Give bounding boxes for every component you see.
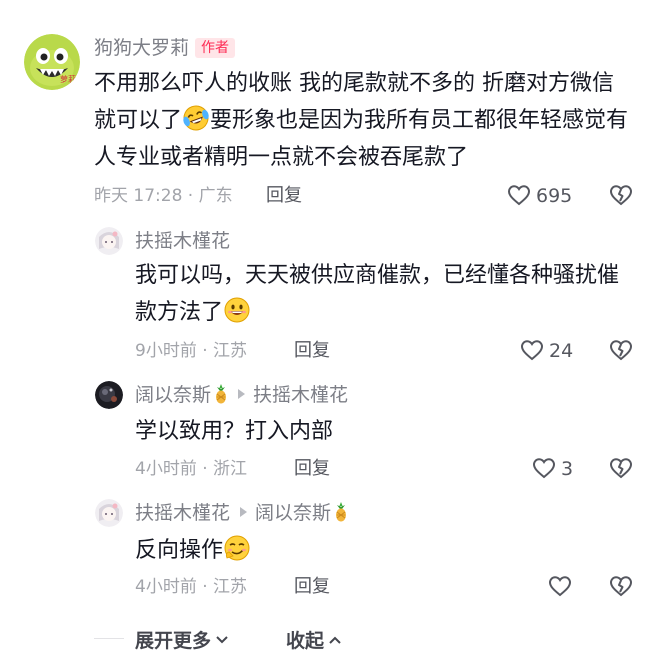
avatar[interactable] [95,381,123,409]
like-heart-icon[interactable] [520,338,544,362]
reply-to-name[interactable]: 扶摇木槿花 [253,384,348,406]
comment-text: 学以致用？打入内部 [135,419,334,444]
like-count: 24 [549,340,574,362]
chevron-down-icon [215,630,229,649]
comment-author-row: 狗狗大罗莉 作者 [94,36,236,60]
broken-heart-icon[interactable] [609,574,633,598]
broken-heart-icon[interactable] [609,338,633,362]
avatar-image [95,499,123,527]
broken-heart-icon[interactable] [609,183,633,207]
pineapple-emoji-icon [214,384,228,404]
avatar-image [95,227,123,255]
reply-button[interactable]: 回复 [294,576,330,598]
reply-to-name[interactable]: 阔以奈斯 [255,502,331,524]
collapse-button[interactable]: 收起 [286,626,342,653]
like-count: 3 [561,458,574,480]
smirk-emoji-icon [223,534,251,562]
avatar[interactable]: 萝莉 [24,34,80,90]
divider [94,638,124,639]
comment-meta: 昨天 17:28 · 广东 [94,186,233,206]
reply-arrow-icon [240,507,248,517]
avatar-label: 萝莉 [60,75,76,84]
chevron-up-icon [328,630,342,649]
expand-more-label: 展开更多 [135,630,212,652]
like-heart-icon[interactable] [532,456,556,480]
grin-emoji-icon [223,296,251,324]
collapse-label: 收起 [286,630,325,652]
reply-button[interactable]: 回复 [294,340,330,362]
reply-button[interactable]: 回复 [294,458,330,480]
comment-text: 我可以吗，天天被供应商催款，已经懂各种骚扰催款方法了 [135,257,635,331]
comment-author-name[interactable]: 狗狗大罗莉 [94,37,189,59]
comment-text: 反向操作 [135,532,635,569]
author-badge: 作者 [195,38,236,58]
like-heart-icon[interactable] [507,183,531,207]
like-count: 695 [536,185,573,207]
comment-text: 不用那么吓人的收账 我的尾款就不多的 折磨对方微信就可以了 要形象也是因为我所有… [94,65,634,176]
broken-heart-icon[interactable] [609,456,633,480]
reply-button[interactable]: 回复 [266,185,302,207]
comment-meta: 4小时前 · 江苏 [135,577,248,597]
like-heart-icon[interactable] [548,574,572,598]
comment-author-row: 扶摇木槿花 阔以奈斯 [135,501,348,525]
comment-text-part: 反向操作 [135,538,224,563]
comment-author-row: 阔以奈斯 扶摇木槿花 [135,383,348,407]
avatar[interactable] [95,499,123,527]
comment-author-name[interactable]: 扶摇木槿花 [135,229,230,253]
avatar-image [95,381,123,409]
laugh-cry-emoji-icon [182,104,210,132]
comment-text-part: 我可以吗，天天被供应商催款，已经懂各种骚扰催款方法了 [135,263,620,325]
comment-meta: 9小时前 · 江苏 [135,341,248,361]
reply-arrow-icon [238,389,246,399]
comment-author-name[interactable]: 扶摇木槿花 [135,502,230,524]
comment-author-name[interactable]: 阔以奈斯 [135,384,211,406]
expand-more-button[interactable]: 展开更多 [135,626,229,653]
comment-meta: 4小时前 · 浙江 [135,459,248,479]
pineapple-emoji-icon [334,502,348,522]
avatar[interactable] [95,227,123,255]
